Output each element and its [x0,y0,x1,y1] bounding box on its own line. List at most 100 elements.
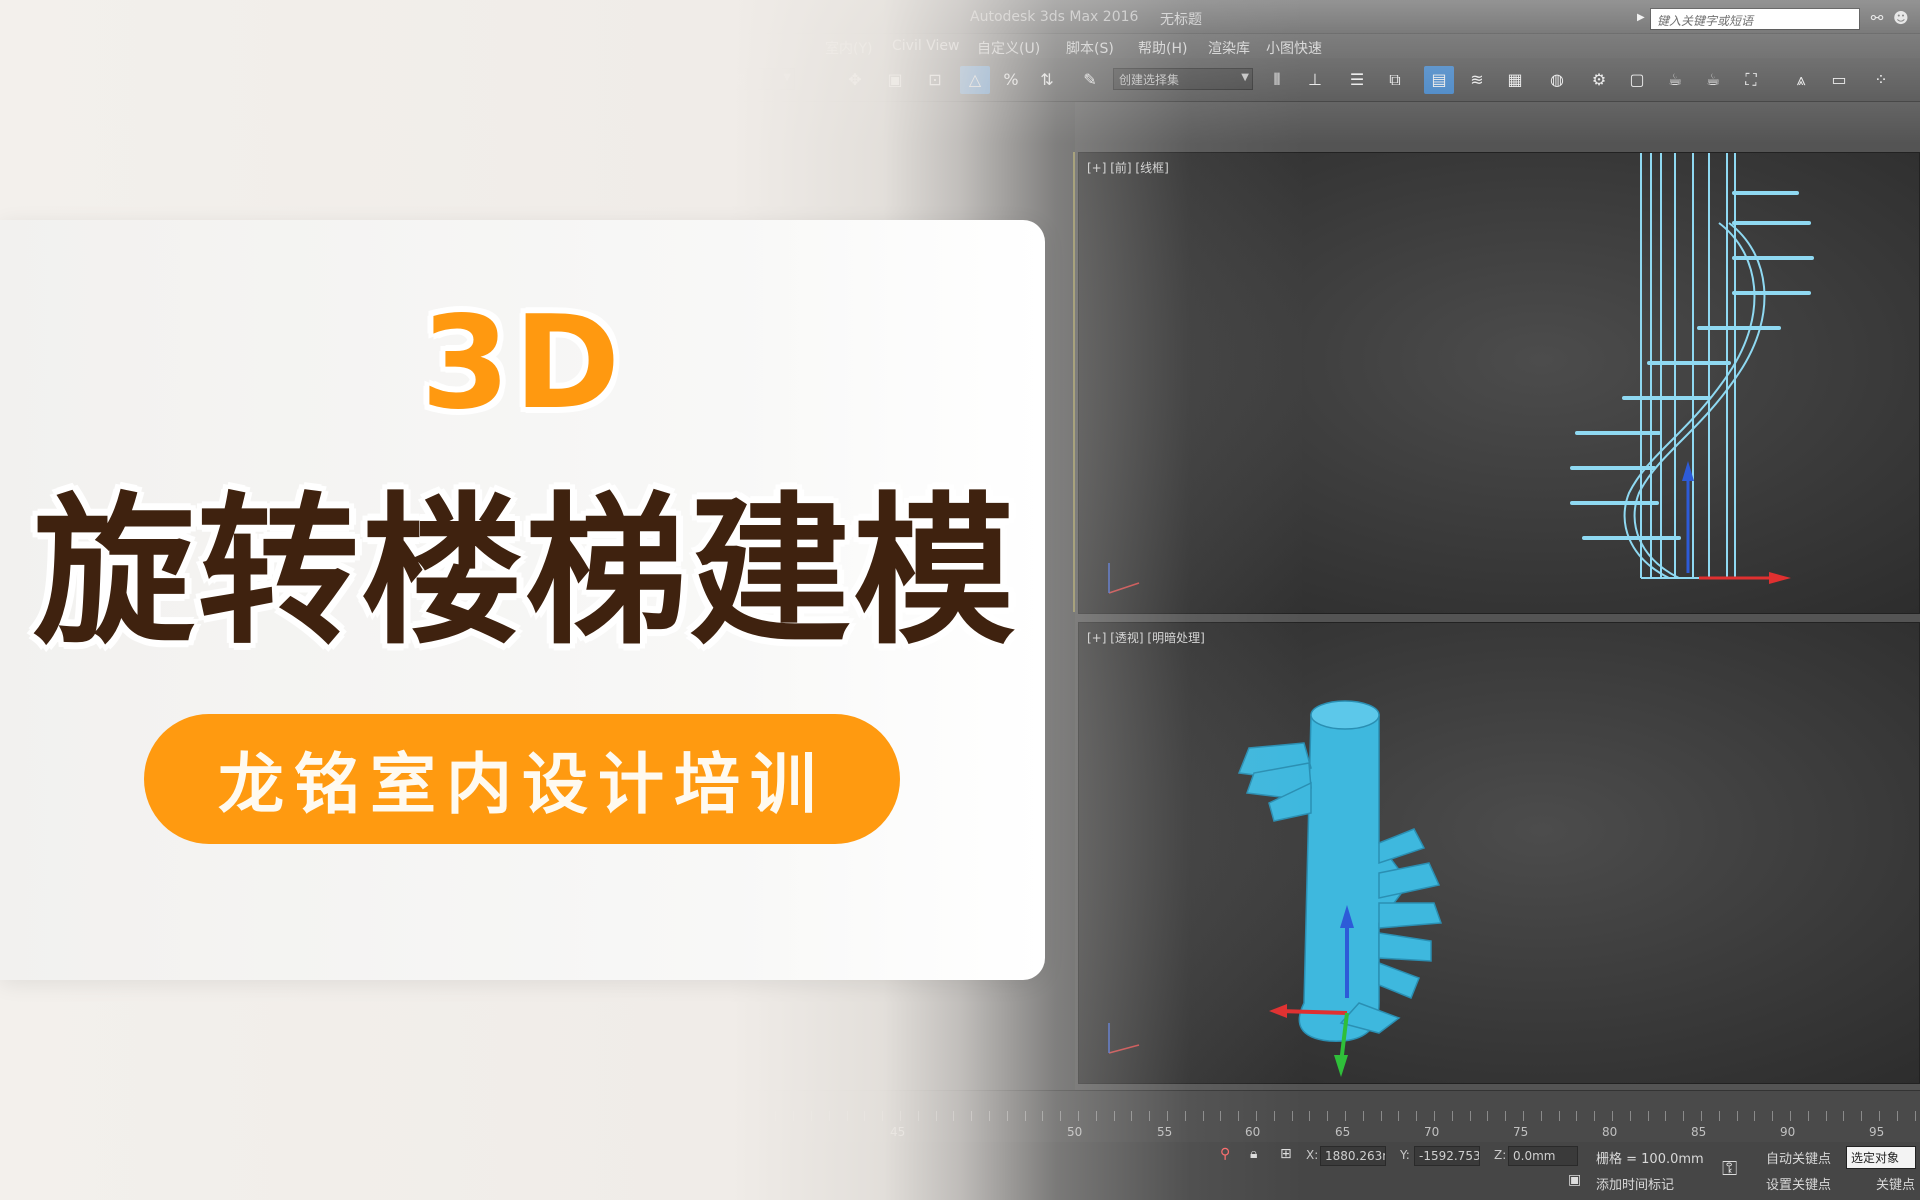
x-coordinate-field[interactable]: 1880.263m [1320,1146,1386,1166]
render-icon[interactable]: ☕ [1660,66,1690,94]
main-toolbar: 全部 ▼ ✥ ▣ ⊡ △ % ⇅ ✎ 创建选择集 ▼ ⫴ ⊥ ☰ ⧉ ▤ ≋ ▦ ◍… [0,58,1920,102]
menu-item-script[interactable]: 脚本(S) [1066,38,1114,58]
ruler-tick [437,1111,439,1121]
viewport-perspective[interactable]: [+] [透视] [明暗处理] [1078,622,1920,1084]
toggle-ribbon-icon[interactable]: ▤ [1424,66,1454,94]
named-selection-dropdown[interactable]: 创建选择集 ▼ [1113,68,1253,90]
ruler-tick [1220,1111,1222,1121]
percent-snap-icon[interactable]: % [996,66,1026,94]
menu-item-quick[interactable]: 小图快速 [1266,38,1322,58]
ruler-tick [188,1111,189,1121]
ruler-tick [1024,1111,1026,1121]
selection-filter-dropdown[interactable]: 全部 ▼ [715,68,795,90]
ruler-tick [1309,1111,1311,1121]
scale-icon[interactable]: ▣ [880,66,910,94]
active-viewport-border [1073,152,1075,612]
ruler-tick [1184,1111,1186,1121]
render-online-icon[interactable]: ⛶ [1736,66,1766,94]
ruler-tick [864,1111,866,1121]
ruler-tick [793,1111,795,1121]
ruler-tick [828,1111,830,1121]
spinner-snap-icon[interactable]: ⇅ [1032,66,1062,94]
search-input[interactable]: 键入关键字或短语 [1650,8,1860,30]
ruler-label: 75 [1513,1125,1529,1139]
ruler-tick [1273,1111,1275,1121]
menu-item-help[interactable]: 帮助(H) [1138,38,1187,58]
title-bar: Autodesk 3ds Max 2016 无标题 ▶ 键入关键字或短语 ⚯ ☻ [0,0,1920,34]
align-icon[interactable]: ⊥ [1300,66,1330,94]
ruler-tick [615,1111,617,1121]
ruler-tick [348,1111,350,1121]
z-coordinate-field[interactable]: 0.0mm [1508,1146,1578,1166]
menu-item-customize[interactable]: 自定义(U) [977,38,1040,58]
ruler-tick [223,1111,225,1121]
ruler-tick [579,1111,581,1121]
schematic-view-icon[interactable]: ▦ [1500,66,1530,94]
add-time-tag[interactable]: 添加时间标记 [1596,1174,1674,1193]
key-filters-button[interactable]: 关键点 [1876,1174,1915,1193]
key-icon[interactable]: ⚿ [1722,1156,1737,1180]
app-title: Autodesk 3ds Max 2016 [970,9,1139,25]
ruler-tick [1042,1111,1044,1121]
ruler-tick [1327,1111,1329,1121]
menu-item-library[interactable]: 渲染库 [1208,38,1250,58]
user-icon[interactable]: ☻ [1890,8,1912,28]
y-coordinate-field[interactable]: -1592.753 [1414,1146,1480,1166]
ruler-label: 85 [1691,1125,1707,1139]
move-icon[interactable]: ✥ [840,66,870,94]
ruler-tick [205,1111,207,1121]
stair-shaded-model [1108,700,1443,1077]
render-frame-icon[interactable]: ▢ [1622,66,1652,94]
menu-item-civil-view[interactable]: Civil View [892,38,959,54]
ruler-tick [99,1111,100,1121]
menu-item-room[interactable]: 室内(Y) [825,38,872,58]
ruler-tick [1505,1111,1507,1121]
time-tag-icon[interactable]: ▣ [1568,1172,1581,1188]
angle-snap-icon[interactable]: △ [960,66,990,94]
render-iterative-icon[interactable]: ☕ [1698,66,1728,94]
pin-icon[interactable]: ⚲ [1220,1146,1230,1162]
set-key-button[interactable]: 设置关键点 [1766,1174,1831,1193]
scene-explorer-icon[interactable]: ⧉ [1380,66,1410,94]
search-arrow-icon[interactable]: ▶ [1637,12,1645,23]
ruler-tick [757,1111,759,1121]
ruler-tick [1362,1111,1364,1121]
chevron-down-icon: ▼ [783,72,791,83]
promo-badge-3d: 3D [420,289,625,438]
absolute-mode-icon[interactable]: ⊞ [1280,1146,1292,1162]
particles-icon[interactable]: ⁘ [1866,66,1896,94]
stairs-tool-icon[interactable]: ⩓ [1786,66,1816,94]
promo-subtitle: 龙铭室内设计培训 [218,746,826,823]
ruler-tool-icon[interactable]: ▭ [1824,66,1854,94]
ruler-tick [1736,1111,1738,1121]
ruler-tick [846,1111,848,1121]
ruler-tick [116,1111,118,1121]
menu-bar: 室内(Y) Civil View 自定义(U) 脚本(S) 帮助(H) 渲染库 … [0,34,1920,58]
ruler-tick [633,1111,634,1121]
binoculars-icon[interactable]: ⚯ [1866,8,1888,28]
promo-subtitle-pill: 龙铭室内设计培训 [144,714,900,844]
ruler-tick [1060,1111,1062,1121]
ruler-tick [10,1111,11,1121]
auto-key-button[interactable]: 自动关键点 [1766,1148,1831,1167]
ruler-tick [668,1111,670,1121]
curve-editor-icon[interactable]: ≋ [1462,66,1492,94]
edit-named-selection-icon[interactable]: ✎ [1075,66,1105,94]
ruler-tick [241,1111,243,1121]
ruler-tick [63,1111,65,1121]
snap-toggle-icon[interactable]: ⊡ [920,66,950,94]
ruler-label: 65 [1335,1125,1351,1139]
ruler-tick [277,1111,278,1121]
layer-manager-icon[interactable]: ☰ [1342,66,1372,94]
selected-dropdown[interactable]: 选定对象 [1846,1146,1916,1169]
mirror-icon[interactable]: ⫴ [1262,66,1292,94]
selection-filter-value: 全部 [721,73,746,87]
viewport-front[interactable]: [+] [前] [线框] [1078,152,1920,614]
material-editor-icon[interactable]: ◍ [1542,66,1572,94]
ruler-tick [1825,1111,1827,1121]
ruler-tick [1754,1111,1756,1121]
time-ruler[interactable]: 45 50 55 60 65 70 75 80 85 90 95 [0,1090,1920,1142]
ruler-tick [1238,1111,1240,1121]
lock-icon[interactable]: 🔒︎ [1250,1146,1257,1162]
render-setup-icon[interactable]: ⚙ [1584,66,1614,94]
